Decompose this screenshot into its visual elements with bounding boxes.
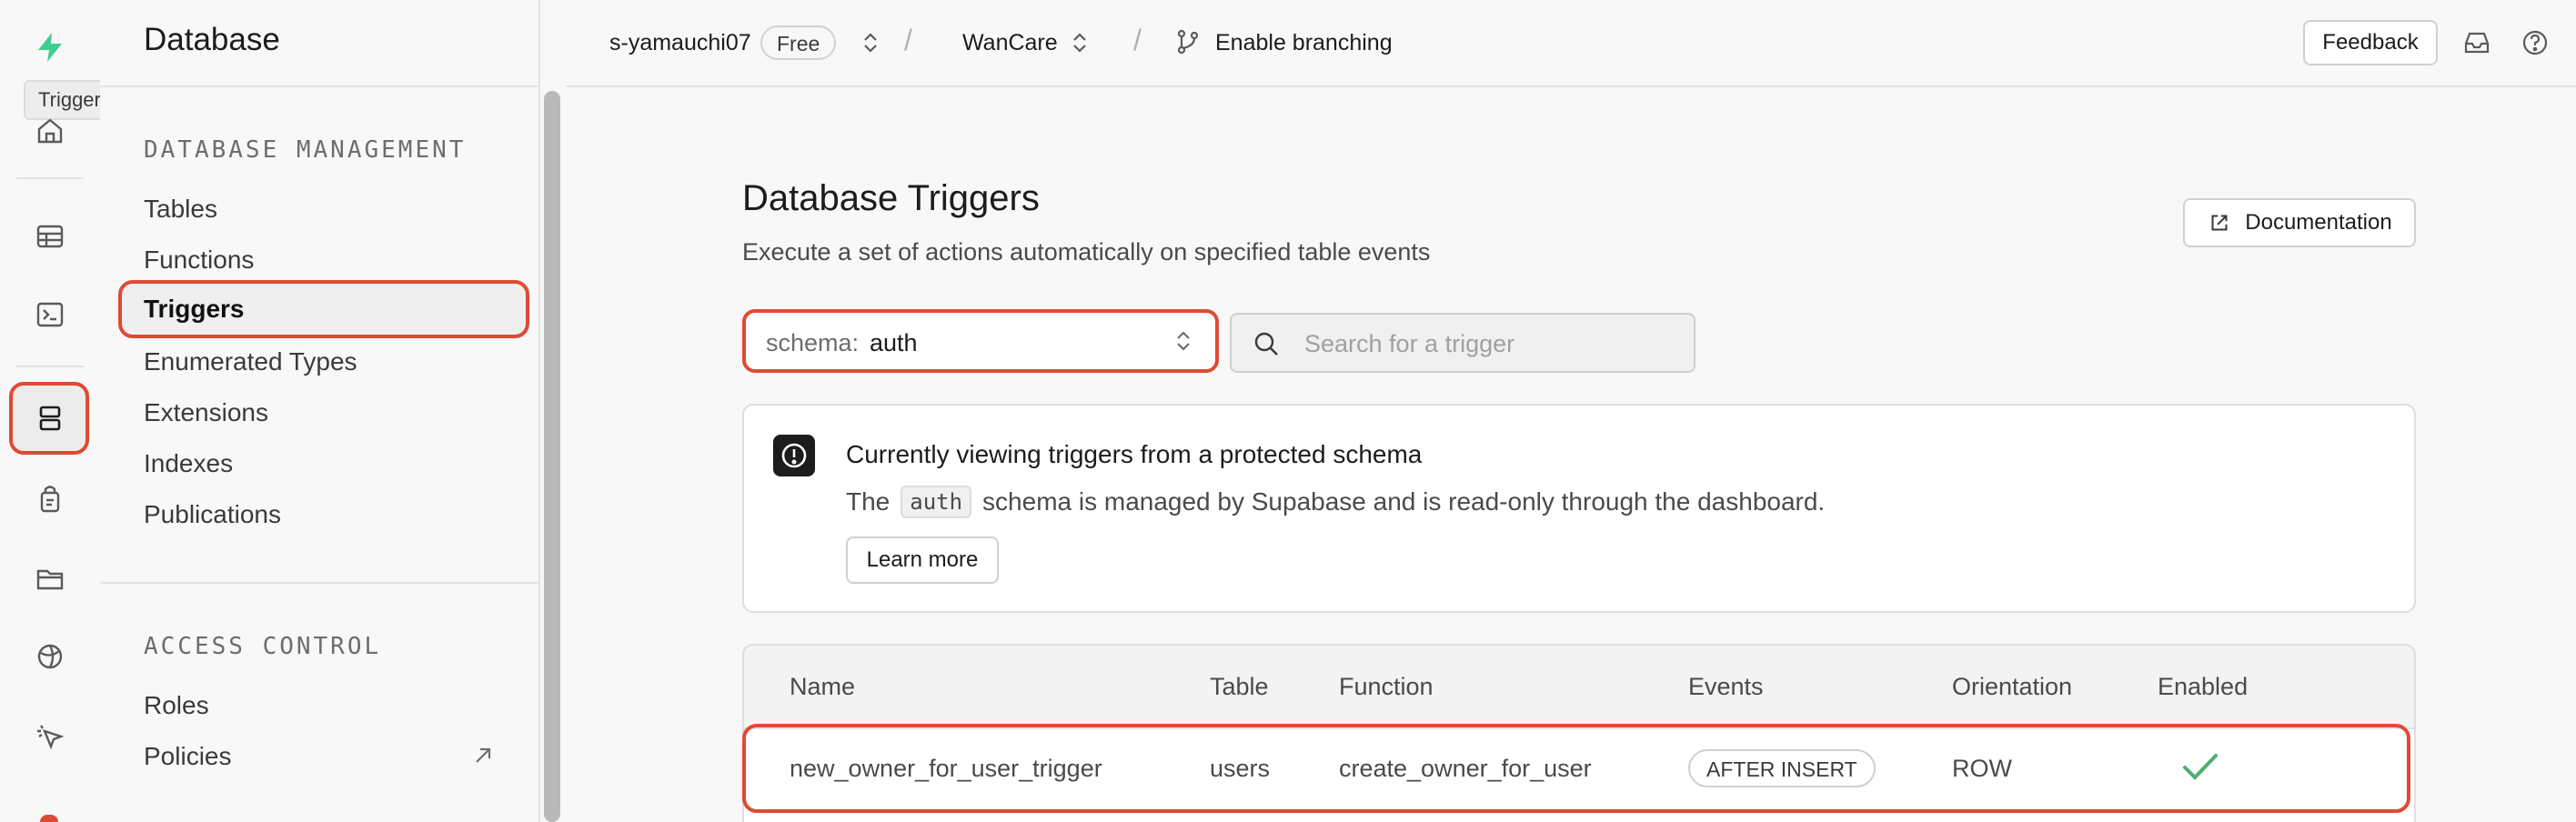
git-branch-icon xyxy=(1173,27,1202,56)
menu-item-roles[interactable]: Roles xyxy=(144,691,209,720)
breadcrumb-separator: / xyxy=(1133,24,1142,56)
row-highlight xyxy=(742,724,2410,813)
notification-dot xyxy=(40,815,58,822)
trigger-search[interactable]: Search for a trigger xyxy=(1230,313,1696,373)
alert-text: The auth schema is managed by Supabase a… xyxy=(846,486,1825,518)
inbox-icon[interactable] xyxy=(2461,27,2492,58)
realtime-icon[interactable] xyxy=(25,631,75,682)
menu-item-tables[interactable]: Tables xyxy=(144,195,217,224)
schema-selector[interactable]: schema: auth xyxy=(742,309,1219,373)
home-icon[interactable] xyxy=(25,105,75,156)
plan-badge: Free xyxy=(760,25,837,60)
icon-rail: Triggers xyxy=(0,0,126,822)
cursor-click-icon[interactable] xyxy=(25,711,75,762)
alert-text-before: The xyxy=(846,487,891,516)
org-switcher-chevrons-icon[interactable] xyxy=(857,29,884,56)
documentation-label: Documentation xyxy=(2245,210,2392,235)
database-icon[interactable] xyxy=(25,393,75,444)
menu-item-extensions[interactable]: Extensions xyxy=(144,398,268,427)
column-header-orientation[interactable]: Orientation xyxy=(1952,673,2072,701)
feedback-button[interactable]: Feedback xyxy=(2303,20,2438,65)
menu-item-indexes[interactable]: Indexes xyxy=(144,449,233,478)
page-description: Execute a set of actions automatically o… xyxy=(742,238,1431,266)
menu-divider xyxy=(100,582,538,584)
rail-divider xyxy=(16,177,84,179)
learn-more-button[interactable]: Learn more xyxy=(846,536,999,584)
menu-item-policies[interactable]: Policies xyxy=(144,742,231,771)
menu-section-heading: DATABASE MANAGEMENT xyxy=(144,136,467,164)
alert-text-after: schema is managed by Supabase and is rea… xyxy=(982,487,1826,516)
search-input[interactable]: Search for a trigger xyxy=(1304,330,1514,358)
menu-title: Database xyxy=(144,22,280,57)
menu-section-heading: ACCESS CONTROL xyxy=(144,633,382,660)
schema-prefix: schema: xyxy=(766,329,860,356)
menu-header: Database xyxy=(100,0,538,87)
page-title: Database Triggers xyxy=(742,178,1040,218)
menu-item-functions[interactable]: Functions xyxy=(144,246,254,275)
top-bar: s-yamauchi07 Free / WanCare / Enable bra… xyxy=(566,0,2576,87)
menu-item-triggers[interactable]: Triggers xyxy=(144,295,244,324)
chevrons-up-down-icon xyxy=(1170,327,1197,355)
alert-title: Currently viewing triggers from a protec… xyxy=(846,440,1423,468)
column-header-table[interactable]: Table xyxy=(1210,673,1269,701)
table-header: Name Table Function Events Orientation E… xyxy=(744,646,2414,729)
column-header-function[interactable]: Function xyxy=(1339,673,1434,701)
sql-editor-icon[interactable] xyxy=(25,289,75,340)
protected-schema-alert: Currently viewing triggers from a protec… xyxy=(742,404,2416,613)
menu-item-enumerated-types[interactable]: Enumerated Types xyxy=(144,347,357,376)
documentation-button[interactable]: Documentation xyxy=(2183,198,2416,247)
authentication-icon[interactable] xyxy=(25,473,75,524)
search-icon xyxy=(1252,329,1281,358)
project-switcher-chevrons-icon[interactable] xyxy=(1066,29,1093,56)
external-link-arrow-icon xyxy=(469,742,497,769)
org-name[interactable]: s-yamauchi07 xyxy=(609,30,751,56)
menu-item-triggers-highlight[interactable]: Triggers xyxy=(118,280,529,338)
breadcrumb-separator: / xyxy=(904,24,912,56)
table-editor-icon[interactable] xyxy=(25,211,75,262)
alert-icon xyxy=(773,435,815,476)
external-link-icon xyxy=(2211,215,2228,231)
column-header-enabled[interactable]: Enabled xyxy=(2158,673,2248,701)
supabase-logo-icon[interactable] xyxy=(25,22,75,73)
schema-value: auth xyxy=(870,329,918,356)
database-menu: Database DATABASE MANAGEMENT Tables Func… xyxy=(100,0,540,822)
menu-scrollbar-thumb[interactable] xyxy=(544,91,560,822)
enable-branching[interactable]: Enable branching xyxy=(1215,30,1393,56)
menu-item-publications[interactable]: Publications xyxy=(144,500,281,529)
rail-divider xyxy=(16,366,84,367)
schema-code: auth xyxy=(901,486,972,518)
menu-scrollbar[interactable] xyxy=(544,91,560,822)
project-name[interactable]: WanCare xyxy=(962,30,1058,56)
help-icon[interactable] xyxy=(2520,27,2551,58)
storage-icon[interactable] xyxy=(25,553,75,604)
column-header-name[interactable]: Name xyxy=(790,673,855,701)
column-header-events[interactable]: Events xyxy=(1688,673,1764,701)
